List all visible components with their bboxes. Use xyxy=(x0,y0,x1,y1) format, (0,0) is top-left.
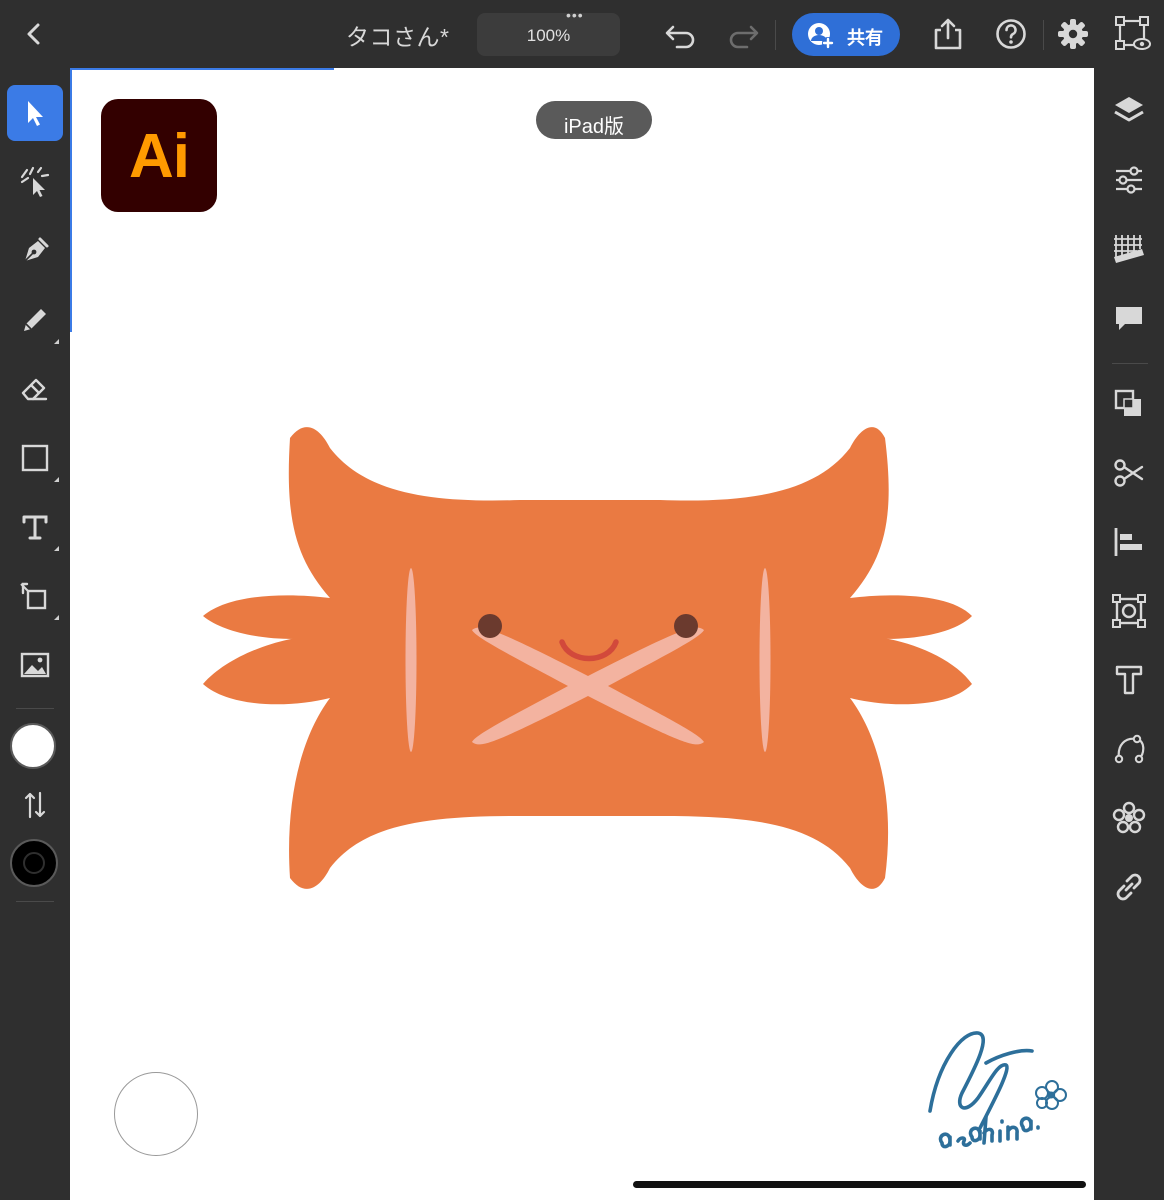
link-icon xyxy=(1116,873,1142,901)
octopus-illustration[interactable] xyxy=(190,408,980,908)
more-dots-icon[interactable]: ••• xyxy=(566,8,584,22)
submenu-indicator xyxy=(54,477,59,482)
repeat-icon xyxy=(1112,594,1146,628)
left-eye xyxy=(478,614,502,638)
right-eye xyxy=(674,614,698,638)
align-left-icon xyxy=(1114,528,1142,556)
rectangle-tool[interactable] xyxy=(7,430,63,486)
symbols-button[interactable] xyxy=(1111,800,1147,836)
pathfinder-button[interactable] xyxy=(1111,386,1147,422)
settings-button[interactable] xyxy=(1056,17,1090,56)
align-button[interactable] xyxy=(1111,524,1147,560)
export-button[interactable] xyxy=(930,16,966,57)
type-outline-icon xyxy=(1115,665,1143,695)
anchor-points-icon xyxy=(1115,16,1151,50)
submenu-indicator xyxy=(54,546,59,551)
transform-icon xyxy=(20,582,47,610)
symbols-icon xyxy=(1112,801,1146,834)
eraser-tool[interactable] xyxy=(7,361,63,417)
image-icon xyxy=(20,652,50,678)
share-button[interactable]: 共有 xyxy=(792,13,900,56)
redo-button[interactable] xyxy=(726,18,762,57)
pencil-icon xyxy=(24,309,46,331)
toolbar-divider xyxy=(16,901,54,902)
fill-swatch[interactable] xyxy=(10,723,56,769)
layers-icon xyxy=(1114,97,1144,122)
help-icon xyxy=(996,19,1026,49)
submenu-indicator xyxy=(54,615,59,620)
redo-icon xyxy=(729,25,759,49)
document-title[interactable]: タコさん* xyxy=(346,18,449,52)
links-button[interactable] xyxy=(1111,869,1147,905)
toolbar-divider xyxy=(16,708,54,709)
pencil-tool[interactable] xyxy=(7,292,63,348)
grid-ruler-button[interactable] xyxy=(1111,231,1147,267)
illustrator-logo: Ai xyxy=(101,99,217,212)
left-toolbar xyxy=(0,68,70,1200)
eraser-icon xyxy=(21,378,48,401)
scissors-button[interactable] xyxy=(1111,455,1147,491)
share-label: 共有 xyxy=(847,28,883,48)
path-button[interactable] xyxy=(1111,731,1147,767)
selection-tool[interactable] xyxy=(7,85,63,141)
direct-selection-tool[interactable] xyxy=(7,154,63,210)
direct-selection-icon xyxy=(20,166,50,197)
ipad-badge: iPad版 xyxy=(536,101,652,139)
comments-button[interactable] xyxy=(1111,300,1147,336)
pen-nib-icon xyxy=(24,237,49,262)
pen-tool[interactable] xyxy=(7,223,63,279)
artboard-edge-accent xyxy=(70,68,72,332)
sliders-icon xyxy=(1116,166,1142,194)
flower-doodle-icon xyxy=(1035,1080,1067,1110)
toolbar-divider xyxy=(1112,363,1148,364)
layers-button[interactable] xyxy=(1111,93,1147,129)
selection-arrow-icon xyxy=(28,101,43,126)
place-image-tool[interactable] xyxy=(7,637,63,693)
undo-button[interactable] xyxy=(662,18,698,57)
badge-label: iPad版 xyxy=(563,116,625,138)
artboard-edge-accent xyxy=(70,68,334,70)
grid-ruler-icon xyxy=(1114,235,1144,263)
transform-tool[interactable] xyxy=(7,568,63,624)
pathfinder-icon xyxy=(1114,389,1141,416)
type-t-icon xyxy=(22,515,48,540)
path-icon xyxy=(1114,734,1145,764)
zoom-level: 100% xyxy=(526,26,571,45)
touch-shortcut-button[interactable] xyxy=(1114,15,1152,58)
touch-shortcut-circle[interactable] xyxy=(114,1072,198,1156)
type-tool[interactable] xyxy=(7,499,63,555)
swap-arrows-icon[interactable] xyxy=(22,790,48,820)
logo-text: Ai xyxy=(129,122,190,191)
right-toolbar xyxy=(1094,68,1164,1200)
top-bar: タコさん* 100% ••• 共有 xyxy=(0,0,1164,68)
scissors-icon xyxy=(1114,459,1144,487)
gear-icon xyxy=(1058,19,1088,49)
home-indicator xyxy=(633,1181,1086,1188)
properties-button[interactable] xyxy=(1111,162,1147,198)
artist-signature xyxy=(928,1031,1067,1149)
toolbar-divider xyxy=(775,20,776,50)
repeat-button[interactable] xyxy=(1111,593,1147,629)
undo-icon xyxy=(665,25,695,49)
invite-user-icon xyxy=(808,23,834,49)
export-icon xyxy=(934,18,962,50)
artboard-canvas[interactable]: Ai iPad版 xyxy=(70,68,1094,1200)
stroke-swatch[interactable] xyxy=(10,839,58,887)
chevron-left-icon xyxy=(27,23,40,45)
zoom-field[interactable]: 100% xyxy=(477,13,620,56)
help-button[interactable] xyxy=(994,17,1028,56)
comment-icon xyxy=(1116,307,1142,330)
rectangle-icon xyxy=(21,444,49,472)
back-button[interactable] xyxy=(18,18,50,50)
submenu-indicator xyxy=(54,339,59,344)
toolbar-divider xyxy=(1043,20,1044,50)
type-panel-button[interactable] xyxy=(1111,662,1147,698)
